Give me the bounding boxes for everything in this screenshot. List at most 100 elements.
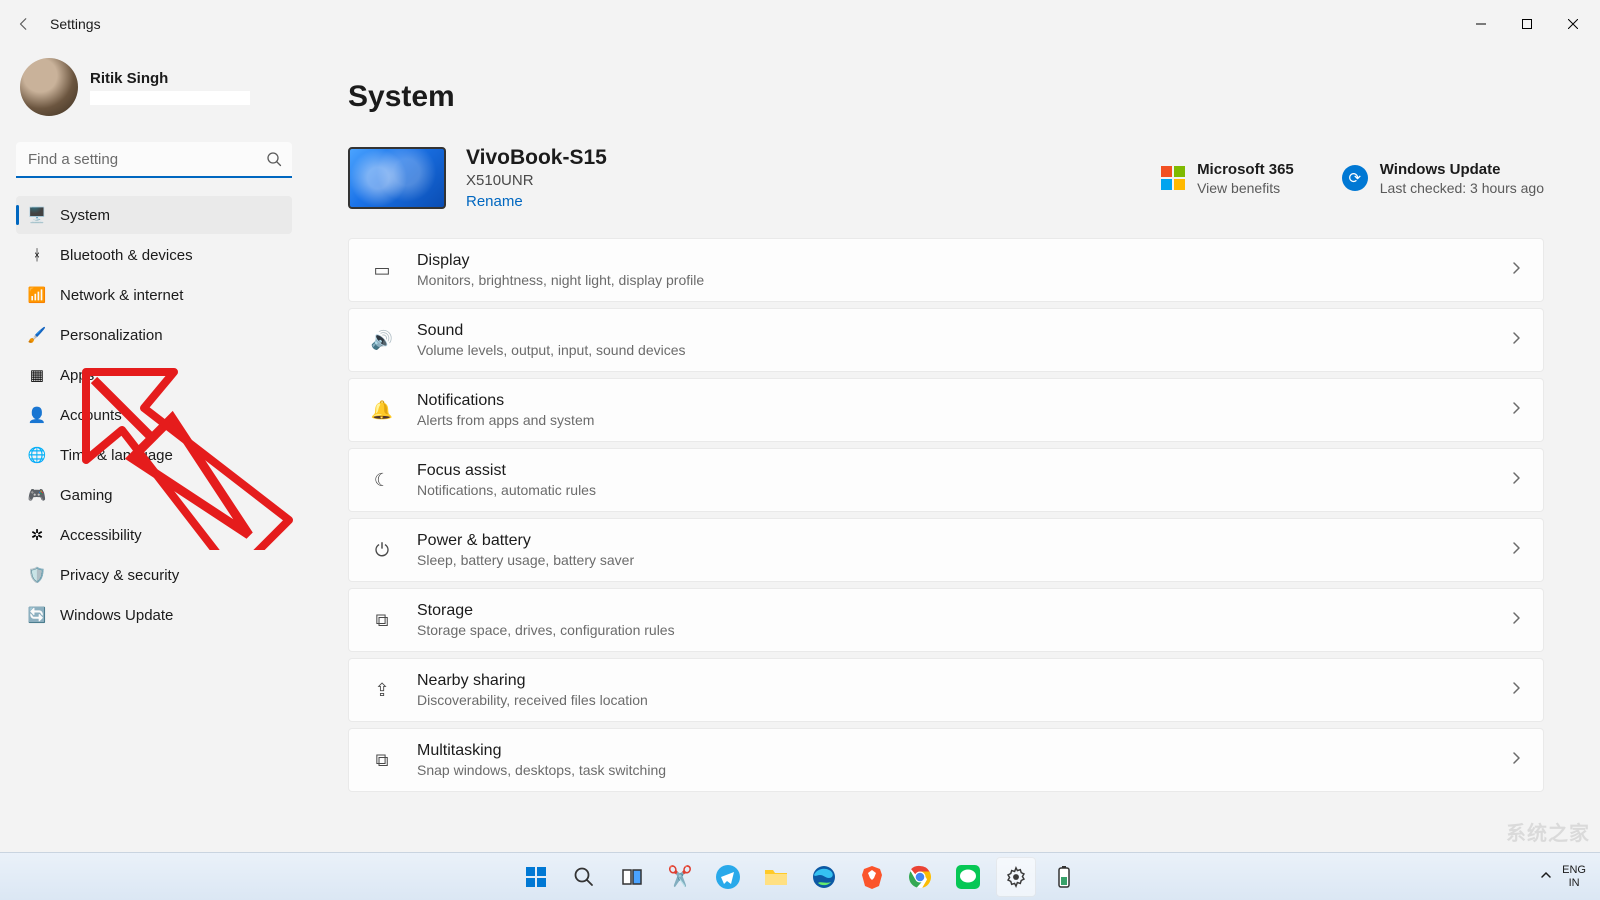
settings-card-list: ▭DisplayMonitors, brightness, night ligh… bbox=[348, 238, 1544, 792]
line-icon[interactable] bbox=[948, 857, 988, 897]
page-title: System bbox=[348, 80, 1544, 114]
chevron-right-icon bbox=[1509, 541, 1523, 560]
sidebar-item-gaming[interactable]: 🎮Gaming bbox=[16, 476, 292, 514]
brave-icon[interactable] bbox=[852, 857, 892, 897]
window-title: Settings bbox=[50, 16, 101, 32]
settings-card-multitask[interactable]: ⧉MultitaskingSnap windows, desktops, tas… bbox=[348, 728, 1544, 792]
language-indicator[interactable]: ENG IN bbox=[1562, 864, 1586, 888]
sidebar-item-privacy[interactable]: 🛡️ Privacy & security bbox=[16, 556, 292, 594]
sidebar-item-update[interactable]: 🔄Windows Update bbox=[16, 596, 292, 634]
user-name: Ritik Singh bbox=[90, 70, 250, 87]
storage-icon: ⧉ bbox=[369, 610, 395, 631]
settings-card-focus[interactable]: ☾Focus assistNotifications, automatic ru… bbox=[348, 448, 1544, 512]
rename-link[interactable]: Rename bbox=[466, 193, 607, 210]
settings-taskbar-icon[interactable] bbox=[996, 857, 1036, 897]
tray-overflow-button[interactable] bbox=[1540, 868, 1552, 886]
apps-icon: ▦ bbox=[28, 366, 46, 384]
privacy-icon: 🛡️ bbox=[28, 566, 46, 584]
device-row: VivoBook-S15 X510UNR Rename Microsoft 36… bbox=[348, 146, 1544, 210]
accessibility-icon: ✲ bbox=[28, 526, 46, 544]
sidebar-item-accessibility[interactable]: ✲Accessibility bbox=[16, 516, 292, 554]
sidebar-item-label: System bbox=[60, 207, 110, 224]
settings-card-nearby[interactable]: ⇪ Nearby sharing Discoverability, received… bbox=[348, 658, 1544, 722]
card-subtitle: Discoverability, received files location bbox=[417, 692, 1487, 708]
user-profile[interactable]: Ritik Singh bbox=[16, 56, 292, 118]
settings-card-notifications[interactable]: 🔔 Notifications Alerts from apps and syste… bbox=[348, 378, 1544, 442]
watermark: 系统之家 bbox=[1506, 817, 1590, 846]
card-title: Power & battery bbox=[417, 532, 1487, 550]
windows-update-block[interactable]: ⟳ Windows Update Last checked: 3 hours a… bbox=[1342, 161, 1544, 196]
microsoft-logo-icon bbox=[1161, 166, 1185, 190]
card-subtitle: Alerts from apps and system bbox=[417, 412, 1487, 428]
update-icon: 🔄 bbox=[28, 606, 46, 624]
sidebar-item-system[interactable]: 🖥️ System bbox=[16, 196, 292, 234]
ms365-block[interactable]: Microsoft 365 View benefits bbox=[1161, 161, 1294, 196]
settings-card-display[interactable]: ▭DisplayMonitors, brightness, night ligh… bbox=[348, 238, 1544, 302]
sidebar-item-personalization[interactable]: 🖌️Personalization bbox=[16, 316, 292, 354]
sidebar-item-label: Apps bbox=[60, 367, 94, 384]
sidebar-item-label: Network & internet bbox=[60, 287, 183, 304]
sidebar-item-bluetooth[interactable]: ᚼ Bluetooth & devices bbox=[16, 236, 292, 274]
chevron-right-icon bbox=[1509, 751, 1523, 770]
close-button[interactable] bbox=[1550, 8, 1596, 40]
sidebar-item-accounts[interactable]: 👤 Accounts bbox=[16, 396, 292, 434]
maximize-button[interactable] bbox=[1504, 8, 1550, 40]
chrome-icon[interactable] bbox=[900, 857, 940, 897]
sidebar-item-apps[interactable]: ▦ Apps bbox=[16, 356, 292, 394]
card-title: Notifications bbox=[417, 392, 1487, 410]
network-icon: 📶 bbox=[28, 286, 46, 304]
avatar bbox=[20, 58, 78, 116]
user-email-placeholder bbox=[90, 91, 250, 105]
search-box[interactable] bbox=[16, 142, 292, 178]
gaming-icon: 🎮 bbox=[28, 486, 46, 504]
start-button[interactable] bbox=[516, 857, 556, 897]
chevron-right-icon bbox=[1509, 611, 1523, 630]
wu-sub: Last checked: 3 hours ago bbox=[1380, 180, 1544, 196]
display-icon: ▭ bbox=[369, 260, 395, 281]
snipping-tool-icon[interactable]: ✂️ bbox=[660, 857, 700, 897]
telegram-icon[interactable] bbox=[708, 857, 748, 897]
settings-card-storage[interactable]: ⧉ Storage Storage space, drives, configura… bbox=[348, 588, 1544, 652]
sidebar-item-label: Bluetooth & devices bbox=[60, 247, 193, 264]
chevron-right-icon bbox=[1509, 331, 1523, 350]
ms365-sub: View benefits bbox=[1197, 180, 1294, 196]
device-thumbnail bbox=[348, 147, 446, 209]
sidebar-item-label: Time & language bbox=[60, 447, 173, 464]
card-subtitle: Storage space, drives, configuration rul… bbox=[417, 622, 1487, 638]
card-title: Focus assist bbox=[417, 462, 1487, 480]
edge-icon[interactable] bbox=[804, 857, 844, 897]
file-explorer-icon[interactable] bbox=[756, 857, 796, 897]
card-title: Nearby sharing bbox=[417, 672, 1487, 690]
sync-icon: ⟳ bbox=[1342, 165, 1368, 191]
nearby-icon: ⇪ bbox=[369, 680, 395, 701]
ms365-title: Microsoft 365 bbox=[1197, 161, 1294, 178]
settings-card-power[interactable]: ⏻Power & batterySleep, battery usage, ba… bbox=[348, 518, 1544, 582]
search-input[interactable] bbox=[16, 142, 292, 178]
battery-app-icon[interactable] bbox=[1044, 857, 1084, 897]
card-subtitle: Volume levels, output, input, sound devi… bbox=[417, 342, 1487, 358]
accounts-icon: 👤 bbox=[28, 406, 46, 424]
card-title: Storage bbox=[417, 602, 1487, 620]
system-icon: 🖥️ bbox=[28, 206, 46, 224]
bluetooth-icon: ᚼ bbox=[28, 246, 46, 264]
sidebar-item-network[interactable]: 📶 Network & internet bbox=[16, 276, 292, 314]
sidebar-item-label: Privacy & security bbox=[60, 567, 179, 584]
sidebar: Ritik Singh 🖥️ System ᚼ Bluetooth & devices… bbox=[0, 48, 308, 852]
sidebar-item-time[interactable]: 🌐 Time & language bbox=[16, 436, 292, 474]
settings-card-sound[interactable]: 🔊SoundVolume levels, output, input, soun… bbox=[348, 308, 1544, 372]
sidebar-item-label: Personalization bbox=[60, 327, 163, 344]
sidebar-item-label: Accounts bbox=[60, 407, 122, 424]
taskbar: ✂️ ENG IN bbox=[0, 852, 1600, 900]
time-icon: 🌐 bbox=[28, 446, 46, 464]
focus-icon: ☾ bbox=[369, 470, 395, 491]
main-content: System VivoBook-S15 X510UNR Rename Micro… bbox=[308, 48, 1600, 852]
back-button[interactable] bbox=[4, 4, 44, 44]
task-view-button[interactable] bbox=[612, 857, 652, 897]
wu-title: Windows Update bbox=[1380, 161, 1544, 178]
card-title: Multitasking bbox=[417, 742, 1487, 760]
nav-list: 🖥️ System ᚼ Bluetooth & devices 📶 Network & i… bbox=[16, 196, 292, 634]
search-taskbar-button[interactable] bbox=[564, 857, 604, 897]
notifications-icon: 🔔 bbox=[369, 400, 395, 421]
minimize-button[interactable] bbox=[1458, 8, 1504, 40]
device-name: VivoBook-S15 bbox=[466, 146, 607, 170]
